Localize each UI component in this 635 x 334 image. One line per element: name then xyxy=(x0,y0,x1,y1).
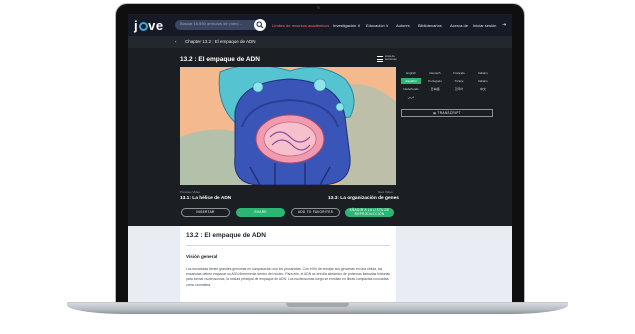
search-icon xyxy=(256,21,264,29)
lang-nederlands[interactable]: Nederlands xyxy=(401,86,421,92)
lang-deutsch[interactable]: Deutsch xyxy=(425,70,445,76)
login-arrow-icon[interactable]: ⇥ xyxy=(502,22,506,28)
previous-video-link[interactable]: 13.1: La hélice de ADN xyxy=(180,196,231,201)
laptop-notch xyxy=(286,303,349,307)
nav-link-login[interactable]: Iniciar sesión xyxy=(473,23,496,28)
nav-link-research[interactable]: Investigación ∨ xyxy=(333,23,360,28)
add-to-playlist-button[interactable]: AÑADIR A LA LISTA DE REPRODUCCIÓN xyxy=(345,208,394,217)
nav-link-education[interactable]: Educación ∨ xyxy=(366,23,389,28)
lang-arabic[interactable]: عربي xyxy=(401,94,421,100)
list-icon[interactable] xyxy=(377,56,383,62)
top-navigation: j ve Buscar 16.550 artículos de vídeo... … xyxy=(128,14,512,36)
section-heading: Visión general xyxy=(186,254,218,259)
nav-link-librarians[interactable]: Bibliotecarios xyxy=(418,23,442,28)
lang-english[interactable]: English xyxy=(401,70,421,76)
search-placeholder: Buscar 16.550 artículos de vídeo... xyxy=(180,21,242,26)
embed-button[interactable]: INSERTAR xyxy=(181,208,230,217)
lang-italiano-2[interactable]: Italiano xyxy=(473,78,493,84)
next-video-label: Next Video xyxy=(378,190,393,194)
lang-francais[interactable]: Français xyxy=(449,70,469,76)
nav-link-authors[interactable]: Autores xyxy=(396,23,410,28)
lang-italiano[interactable]: Italiano xyxy=(473,70,493,76)
next-video-link[interactable]: 13.3: La organización de genes xyxy=(328,196,399,201)
nav-link-about[interactable]: Acerca de xyxy=(450,23,468,28)
breadcrumb-text[interactable]: Chapter 13.2 : El empaque de ADN xyxy=(185,39,256,44)
search-input[interactable]: Buscar 16.550 artículos de vídeo... xyxy=(175,20,261,30)
breadcrumb: ‹ Chapter 13.2 : El empaque de ADN xyxy=(128,36,512,48)
article-card: 13.2 : El empaque de ADN Visión general … xyxy=(180,226,396,304)
chromosome-illustration xyxy=(180,67,396,185)
add-to-favorites-button[interactable]: ADD TO FAVORITES xyxy=(291,208,340,217)
camera-dot xyxy=(317,6,320,9)
previous-video-label: Previous Video xyxy=(180,190,201,194)
lang-japanese[interactable]: 日本語 xyxy=(425,86,445,92)
video-player[interactable] xyxy=(180,67,396,185)
video-title: 13.2 : El empaque de ADN xyxy=(180,56,260,63)
divider xyxy=(186,245,390,246)
share-button[interactable]: SHARE xyxy=(236,208,285,217)
lang-espanol[interactable]: Español xyxy=(401,78,421,84)
lang-chinese[interactable]: 中文 xyxy=(473,86,493,92)
transcript-button[interactable]: ▤ TRANSCRIPT xyxy=(401,109,493,117)
article-title: 13.2 : El empaque de ADN xyxy=(186,232,266,239)
article-body: Los eucariotas tienen grandes genomas en… xyxy=(186,267,390,287)
browser-screen: j ve Buscar 16.550 artículos de vídeo... … xyxy=(128,14,512,304)
jove-logo[interactable]: j ve xyxy=(134,18,164,33)
lesson-list-label[interactable]: Lista de lecciones xyxy=(385,54,399,61)
nav-link-academic-limits[interactable]: Límites de recursos académicos xyxy=(272,23,329,28)
transcript-label: TRANSCRIPT xyxy=(437,111,461,115)
search-button[interactable] xyxy=(254,19,266,31)
lang-korean[interactable]: 한국어 xyxy=(449,86,469,92)
lang-portugues[interactable]: Português xyxy=(425,78,445,84)
back-chevron-icon[interactable]: ‹ xyxy=(175,39,177,44)
lang-turkce[interactable]: Türkçe xyxy=(449,78,469,84)
